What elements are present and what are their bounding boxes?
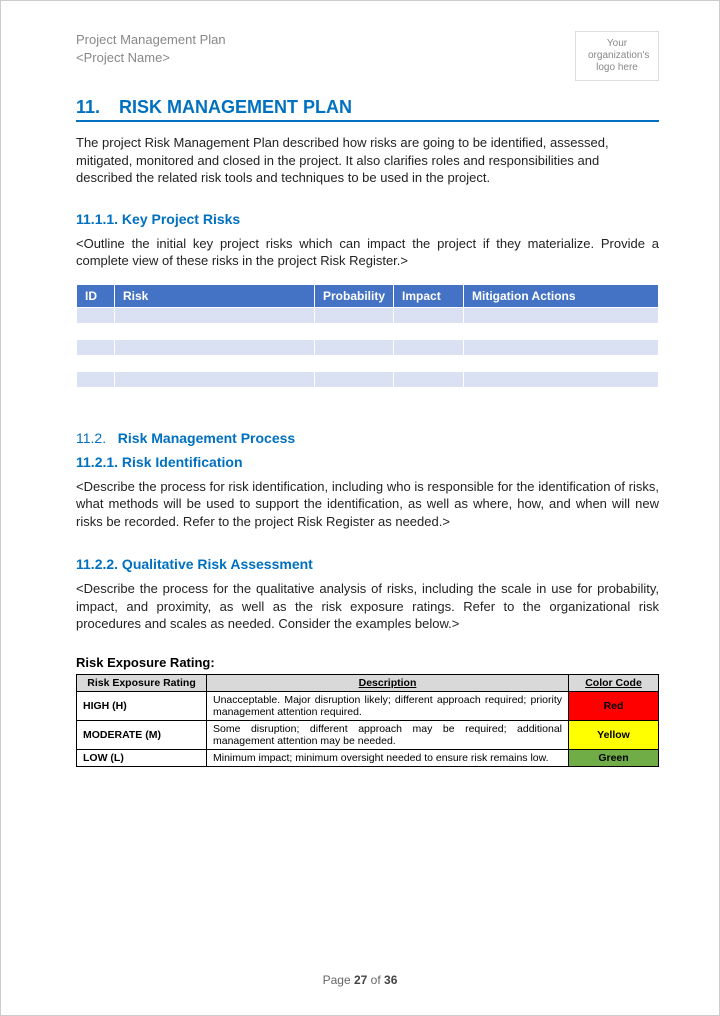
document-page: Project Management Plan <Project Name> Y… [1, 1, 719, 787]
col-probability: Probability [315, 284, 394, 307]
col-mitigation: Mitigation Actions [464, 284, 659, 307]
section-11-title: 11. RISK MANAGEMENT PLAN [76, 97, 659, 122]
table-row [77, 323, 659, 339]
col-id: ID [77, 284, 115, 307]
rating-desc: Some disruption; different approach may … [207, 721, 569, 750]
page-total: 36 [384, 973, 397, 987]
footer-of: of [367, 973, 384, 987]
rating-row-low: LOW (L) Minimum impact; minimum oversigh… [77, 750, 659, 767]
table-row [77, 371, 659, 387]
rating-table: Risk Exposure Rating Description Color C… [76, 674, 659, 767]
rating-level: HIGH (H) [77, 692, 207, 721]
key-risks-table: ID Risk Probability Impact Mitigation Ac… [76, 284, 659, 388]
rating-code: Yellow [569, 721, 659, 750]
heading-11-2-1: 11.2.1. Risk Identification [76, 454, 659, 470]
col-impact: Impact [394, 284, 464, 307]
header-left: Project Management Plan <Project Name> [76, 31, 226, 67]
section-intro: The project Risk Management Plan describ… [76, 134, 659, 187]
heading-11-2-num: 11.2. [76, 430, 106, 446]
heading-11-2-label: Risk Management Process [118, 430, 295, 446]
rating-code: Red [569, 692, 659, 721]
col-risk: Risk [115, 284, 315, 307]
table-header-row: ID Risk Probability Impact Mitigation Ac… [77, 284, 659, 307]
rating-code: Green [569, 750, 659, 767]
rating-row-moderate: MODERATE (M) Some disruption; different … [77, 721, 659, 750]
rating-row-high: HIGH (H) Unacceptable. Major disruption … [77, 692, 659, 721]
rating-label: Risk Exposure Rating: [76, 655, 659, 670]
table-row [77, 355, 659, 371]
rating-desc: Minimum impact; minimum oversight needed… [207, 750, 569, 767]
section-label: RISK MANAGEMENT PLAN [119, 97, 352, 117]
heading-11-2: 11.2. Risk Management Process [76, 430, 659, 446]
page-header: Project Management Plan <Project Name> Y… [76, 31, 659, 81]
doc-title: Project Management Plan [76, 31, 226, 49]
page-current: 27 [354, 973, 367, 987]
rating-level: LOW (L) [77, 750, 207, 767]
instruction-11-2-1: <Describe the process for risk identific… [76, 478, 659, 531]
instruction-11-1-1: <Outline the initial key project risks w… [76, 235, 659, 270]
logo-placeholder: Your organization's logo here [575, 31, 659, 81]
heading-11-2-2: 11.2.2. Qualitative Risk Assessment [76, 556, 659, 572]
footer-prefix: Page [323, 973, 354, 987]
page-footer: Page 27 of 36 [1, 973, 719, 987]
col-rating: Risk Exposure Rating [77, 675, 207, 692]
table-row [77, 307, 659, 323]
col-description: Description [207, 675, 569, 692]
rating-desc: Unacceptable. Major disruption likely; d… [207, 692, 569, 721]
rating-header-row: Risk Exposure Rating Description Color C… [77, 675, 659, 692]
heading-11-1-1: 11.1.1. Key Project Risks [76, 211, 659, 227]
instruction-11-2-2: <Describe the process for the qualitativ… [76, 580, 659, 633]
section-number: 11. [76, 97, 114, 118]
rating-level: MODERATE (M) [77, 721, 207, 750]
project-name: <Project Name> [76, 49, 226, 67]
table-row [77, 339, 659, 355]
col-color-code: Color Code [569, 675, 659, 692]
